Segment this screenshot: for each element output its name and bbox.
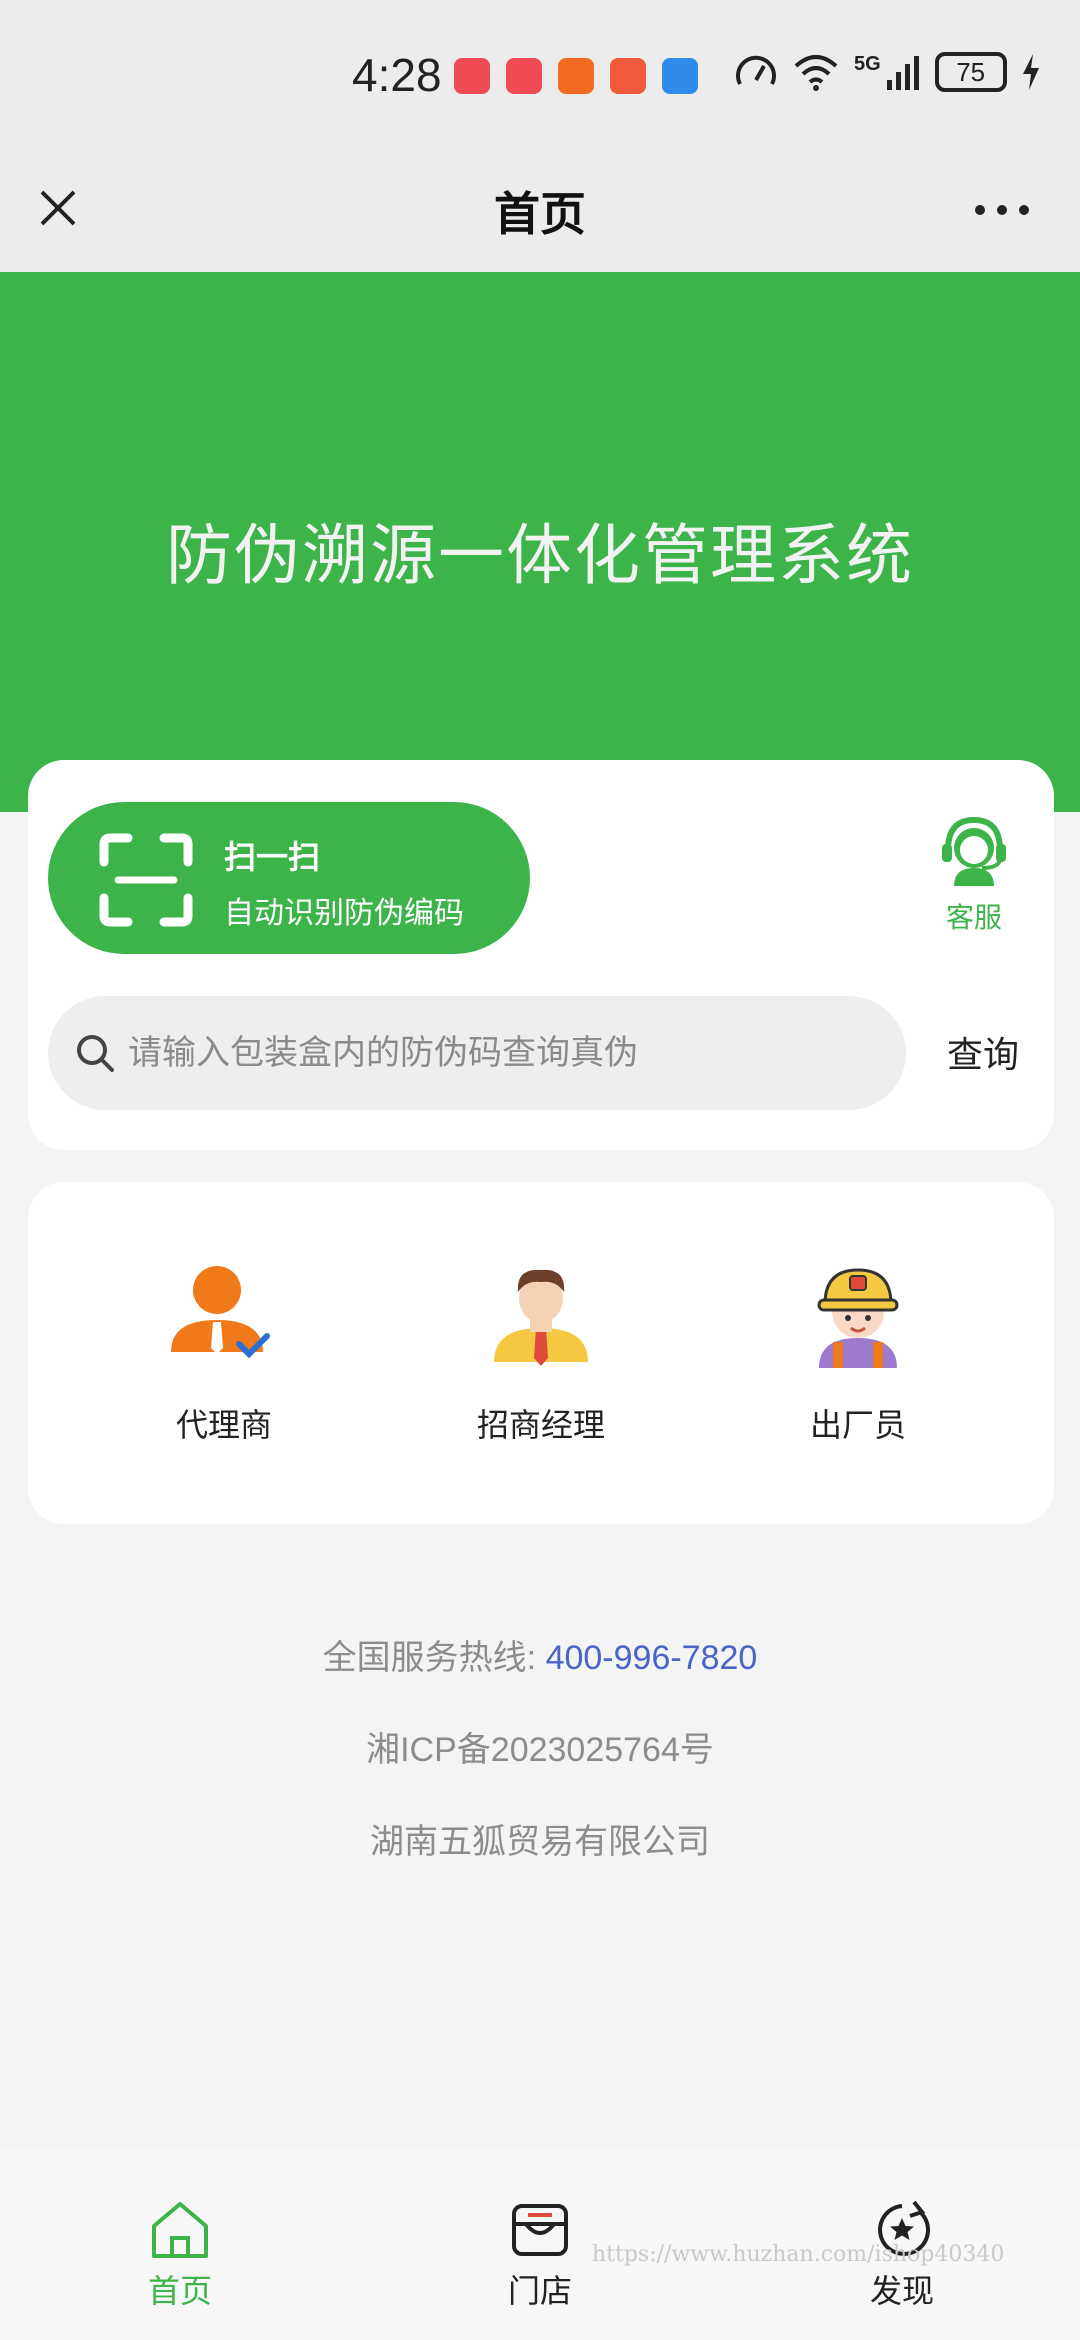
more-icon[interactable] xyxy=(972,202,1032,218)
company-name: 湖南五狐贸易有限公司 xyxy=(370,1823,710,1861)
agent-icon xyxy=(171,1266,270,1359)
role-factory-staff[interactable]: 出厂员 xyxy=(758,1262,958,1446)
scan-subtitle: 自动识别防伪编码 xyxy=(224,897,464,930)
status-bar: 4:28 5G 75 xyxy=(0,0,1080,150)
scan-search-card: 扫一扫 自动识别防伪编码 客服 查询 xyxy=(28,760,1054,1150)
banner-title: 防伪溯源一体化管理系统 xyxy=(166,518,914,592)
store-icon xyxy=(512,2204,568,2256)
speed-icon xyxy=(736,55,776,85)
huawei-store-icon xyxy=(454,58,490,94)
status-time: 4:28 xyxy=(352,49,442,101)
hotline-number[interactable]: 400-996-7820 xyxy=(546,1639,758,1677)
role-factory-staff-label: 出厂员 xyxy=(809,1407,906,1443)
tab-discover-label: 发现 xyxy=(869,2273,934,2309)
page-title: 首页 xyxy=(494,188,586,240)
nav-bar: 首页 xyxy=(0,150,1080,272)
huawei-store-icon xyxy=(506,58,542,94)
tab-store-label: 门店 xyxy=(507,2273,572,2309)
customer-service-icon xyxy=(942,816,1006,886)
watermark: https://www.huzhan.com/ishop40340 xyxy=(592,2242,1005,2267)
banner: 防伪溯源一体化管理系统 xyxy=(0,272,1080,812)
search-box xyxy=(48,996,906,1110)
notification-icons xyxy=(454,58,698,94)
shield-app-icon xyxy=(662,58,698,94)
icp-record[interactable]: 湘ICP备2023025764号 xyxy=(0,1722,1080,1771)
signal-icon xyxy=(886,56,919,90)
customer-service-button[interactable]: 客服 xyxy=(924,810,1024,936)
battery-indicator: 75 xyxy=(934,52,1007,92)
bottom-tab-bar: 首页 门店 发现 https://www.huzhan.com/ishop403… xyxy=(0,2150,1080,2340)
roles-card: 代理商 招商经理 出厂员 xyxy=(28,1182,1054,1524)
home-icon xyxy=(152,2202,208,2258)
factory-staff-icon xyxy=(817,1268,899,1368)
scan-icon xyxy=(99,833,193,927)
customer-service-label: 客服 xyxy=(945,902,1002,933)
investment-manager-icon xyxy=(494,1269,588,1366)
scan-button[interactable]: 扫一扫 自动识别防伪编码 xyxy=(48,802,530,954)
anti-counterfeit-code-input[interactable] xyxy=(128,996,888,1110)
role-agent-label: 代理商 xyxy=(175,1407,272,1443)
hotline: 全国服务热线: 400-996-7820 xyxy=(0,1630,1080,1679)
query-button[interactable]: 查询 xyxy=(928,1012,1038,1092)
charging-icon xyxy=(1022,54,1039,90)
kuaishou-icon xyxy=(558,58,594,94)
wifi-icon xyxy=(794,55,838,91)
tab-home[interactable]: 首页 xyxy=(100,2198,260,2312)
status-indicators: 5G 75 xyxy=(734,52,1041,92)
network-type: 5G xyxy=(854,52,881,75)
orange-app-icon xyxy=(610,58,646,94)
role-agent[interactable]: 代理商 xyxy=(124,1262,324,1446)
hotline-label: 全国服务热线: xyxy=(322,1639,537,1677)
search-icon xyxy=(77,1035,114,1072)
scan-title: 扫一扫 xyxy=(224,839,321,875)
role-investment-manager-label: 招商经理 xyxy=(476,1407,605,1443)
tab-home-label: 首页 xyxy=(147,2273,212,2309)
role-investment-manager[interactable]: 招商经理 xyxy=(441,1262,641,1446)
